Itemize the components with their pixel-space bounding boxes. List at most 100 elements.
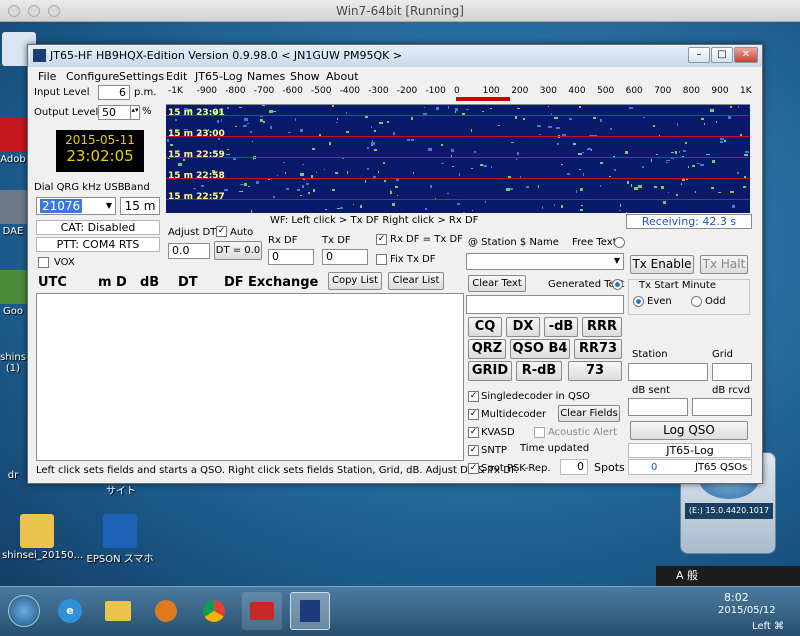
generated-text-field[interactable] xyxy=(466,295,624,314)
clock-date: 2015-05-11 xyxy=(65,133,135,147)
input-level-field[interactable]: 6 xyxy=(98,85,130,100)
dt-field[interactable]: 0.0 xyxy=(168,243,210,259)
73-button[interactable]: 73 xyxy=(568,361,622,381)
db-rcvd-label: dB rcvd xyxy=(712,385,751,396)
menu-about[interactable]: About xyxy=(326,70,359,83)
header-m: m xyxy=(98,275,112,290)
scale-tick-label: 1K xyxy=(740,86,752,96)
menu-file[interactable]: File xyxy=(38,70,56,83)
scale-tick-label: -200 xyxy=(396,86,418,96)
media-player-icon[interactable] xyxy=(146,592,186,630)
scale-tick-label: -100 xyxy=(425,86,446,96)
free-text-select[interactable]: ▼ xyxy=(466,253,624,270)
minimize-button[interactable]: – xyxy=(688,47,710,63)
menu-configure[interactable]: Configure xyxy=(66,70,119,83)
rr73-button[interactable]: RR73 xyxy=(574,339,622,359)
waterfall-row-label: 15 m 23:01 xyxy=(168,108,225,118)
clear-text-button[interactable]: Clear Text xyxy=(468,275,526,292)
explorer-icon[interactable] xyxy=(98,592,138,630)
clear-list-button[interactable]: Clear List xyxy=(388,272,444,290)
station-field[interactable] xyxy=(628,363,708,381)
rx-df-label: Rx DF xyxy=(268,235,298,246)
rx-df-field[interactable]: 0 xyxy=(268,249,314,265)
grid-field[interactable] xyxy=(712,363,752,381)
dial-qrg-select[interactable]: 21076 ▼ xyxy=(36,197,116,215)
tx-df-field[interactable]: 0 xyxy=(322,249,368,265)
scale-tick-label: 100 xyxy=(482,86,500,96)
tray-date[interactable]: 2015/05/12 xyxy=(718,605,776,616)
desktop-icon-label: EPSON スマホ xyxy=(86,554,154,565)
acoustic-alert-checkbox[interactable] xyxy=(534,427,545,438)
even-radio[interactable] xyxy=(633,296,644,307)
ie-icon[interactable]: e xyxy=(50,592,90,630)
rx-equals-tx-checkbox[interactable]: ✓ xyxy=(376,234,387,245)
r-db-button[interactable]: R-dB xyxy=(516,361,562,381)
waterfall-row-label: 15 m 22:59 xyxy=(168,150,225,160)
fix-tx-df-label: Fix Tx DF xyxy=(390,254,436,265)
toolbox-icon[interactable] xyxy=(242,592,282,630)
ime-bar[interactable]: A 般 xyxy=(656,566,800,586)
tx-halt-button[interactable]: Tx Halt xyxy=(700,255,748,274)
menu-settings[interactable]: Settings xyxy=(119,70,164,83)
menu-jt65log[interactable]: JT65-Log xyxy=(195,70,243,83)
scale-tick-label: 900 xyxy=(711,86,729,96)
menu-edit[interactable]: Edit xyxy=(166,70,187,83)
input-level-label: Input Level xyxy=(34,87,90,98)
waterfall-separator xyxy=(166,199,750,200)
clear-fields-button[interactable]: Clear Fields xyxy=(558,405,620,422)
kvasd-checkbox[interactable]: ✓ xyxy=(468,427,479,438)
vox-label: VOX xyxy=(54,257,75,268)
dx-button[interactable]: DX xyxy=(506,317,540,337)
jt65-taskbar-icon[interactable] xyxy=(290,592,330,630)
auto-dt-checkbox[interactable]: ✓ xyxy=(216,226,227,237)
output-level-field[interactable]: 50 xyxy=(98,105,132,120)
tray-clock[interactable]: 8:02 xyxy=(724,591,749,604)
chrome-icon[interactable] xyxy=(194,592,234,630)
scale-tick-label: 0 xyxy=(454,86,460,96)
cq-button[interactable]: CQ xyxy=(468,317,502,337)
generated-text-radio[interactable] xyxy=(612,279,623,290)
desktop-icon-epson[interactable]: EPSON スマホ xyxy=(86,514,154,565)
scale-tick-label: 200 xyxy=(511,86,529,96)
dt-reset-button[interactable]: DT = 0.0 xyxy=(214,241,262,260)
minus-db-button[interactable]: -dB xyxy=(544,317,578,337)
multidecoder-checkbox[interactable]: ✓ xyxy=(468,409,479,420)
output-level-spinner[interactable]: ▴▾ xyxy=(130,105,140,120)
band-field[interactable]: 15 m xyxy=(120,197,160,215)
chevron-down-icon: ▼ xyxy=(613,256,620,265)
maximize-button[interactable]: □ xyxy=(711,47,733,63)
tx-enable-button[interactable]: Tx Enable xyxy=(630,255,694,274)
spot-psk-label: Spot PSK-Rep. xyxy=(481,463,551,474)
menu-names[interactable]: Names xyxy=(247,70,285,83)
fix-tx-df-checkbox[interactable] xyxy=(376,254,387,265)
desktop-icon-shinsei-folder[interactable]: shinsei_20150... xyxy=(2,514,83,561)
app-icon xyxy=(33,49,46,62)
copy-list-button[interactable]: Copy List xyxy=(328,272,382,290)
vox-checkbox[interactable] xyxy=(38,257,49,268)
waterfall-separator xyxy=(166,157,750,158)
qrz-button[interactable]: QRZ xyxy=(468,339,506,359)
menu-show[interactable]: Show xyxy=(290,70,320,83)
start-button[interactable] xyxy=(4,592,44,630)
free-text-radio[interactable] xyxy=(614,237,625,248)
grid-button[interactable]: GRID xyxy=(468,361,512,381)
db-rcvd-field[interactable] xyxy=(692,398,752,416)
db-sent-field[interactable] xyxy=(628,398,688,416)
qso-b4-button[interactable]: QSO B4 xyxy=(510,339,570,359)
waterfall-display[interactable]: 15 m 23:01 15 m 23:00 15 m 22:59 15 m 22:58… xyxy=(166,105,750,213)
spot-psk-checkbox[interactable]: ✓ xyxy=(468,463,479,474)
odd-radio[interactable] xyxy=(691,296,702,307)
waterfall-separator xyxy=(166,136,750,137)
sntp-checkbox[interactable]: ✓ xyxy=(468,445,479,456)
log-qso-button[interactable]: Log QSO xyxy=(630,421,748,440)
close-button[interactable]: ✕ xyxy=(734,47,758,63)
scale-tick-label: -1K xyxy=(168,86,183,96)
singledecoder-checkbox[interactable]: ✓ xyxy=(468,391,479,402)
spots-label: Spots xyxy=(594,461,625,474)
band-label: Band xyxy=(124,182,150,193)
rrr-button[interactable]: RRR xyxy=(582,317,622,337)
passband-marker xyxy=(456,97,510,101)
decode-list[interactable] xyxy=(36,293,464,461)
cat-status: CAT: Disabled xyxy=(36,220,160,235)
desktop-icon-site[interactable]: サイト xyxy=(98,482,144,497)
